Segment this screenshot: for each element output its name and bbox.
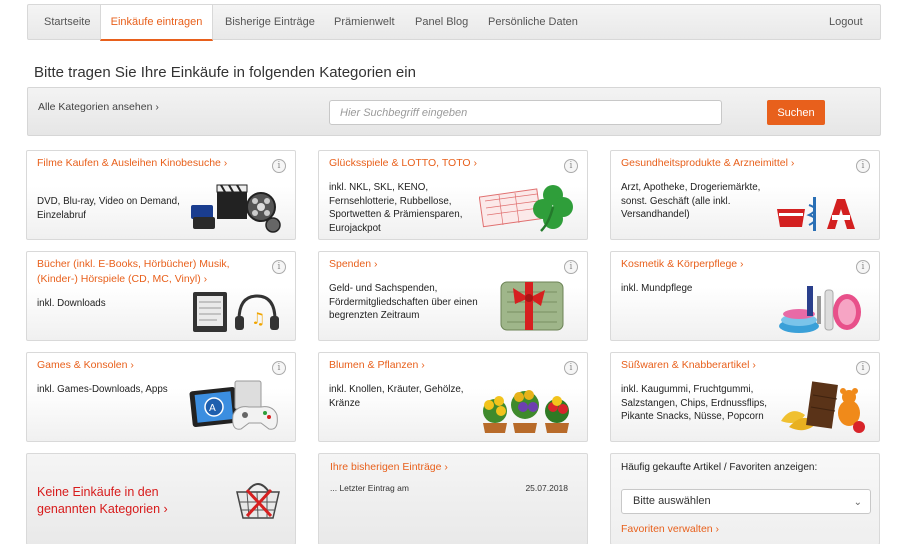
category-title[interactable]: Kosmetik & Körperpflege › [621,257,836,272]
category-title[interactable]: Games & Konsolen › [37,358,252,373]
category-description: inkl. Games-Downloads, Apps [37,384,168,395]
money-gift-icon [500,281,564,331]
gamepad-icon: A [189,380,278,430]
flowers-icon [483,390,569,433]
category-card-gluecksspiele[interactable]: Glücksspiele & LOTTO, TOTO › inkl. NKL, … [318,150,588,240]
favorites-manage-link[interactable]: Favoriten verwalten › [621,523,719,535]
nav-panel-blog[interactable]: Panel Blog [415,5,468,40]
category-description: inkl. Knollen, Kräuter, Gehölze, Kränze [329,384,464,409]
category-description: inkl. Kaugummi, Fruchtgummi, Salzstangen… [621,384,767,422]
nav-bisherige-eintraege[interactable]: Bisherige Einträge [225,5,315,40]
cosmetics-icon [779,286,861,333]
empty-basket-icon [236,483,280,519]
all-categories-link[interactable]: Alle Kategorien ansehen › [38,101,159,113]
lottery-clover-icon [479,185,573,232]
category-description: DVD, Blu-ray, Video on Demand, Einzelabr… [37,196,180,221]
svg-text:♫: ♫ [251,309,265,328]
category-title[interactable]: Filme Kaufen & Ausleihen Kinobesuche › [37,156,252,171]
category-description: inkl. Downloads [37,298,106,309]
info-icon[interactable]: i [856,159,870,173]
category-description: inkl. NKL, SKL, KENO, Fernsehlotterie, R… [329,182,463,234]
category-card-blumen[interactable]: Blumen & Pflanzen › inkl. Knollen, Kräut… [318,352,588,442]
search-button[interactable]: Suchen [767,100,825,125]
last-entry-date: 25.07.2018 [525,483,568,493]
history-title-link[interactable]: Ihre bisherigen Einträge › [330,461,448,473]
category-title[interactable]: Gesundheitsprodukte & Arzneimittel › [621,156,836,171]
category-title[interactable]: Spenden › [329,257,544,272]
category-description: Geld- und Sachspenden, Fördermitgliedsch… [329,283,478,321]
no-purchase-link[interactable]: Keine Einkäufe in den genannten Kategori… [37,484,207,518]
chevron-down-icon: ⌄ [853,497,862,508]
category-title[interactable]: Bücher (inkl. E-Books, Hörbücher) Musik,… [37,257,252,287]
film-reel-icon [191,184,281,233]
category-card-buecher[interactable]: Bücher (inkl. E-Books, Hörbücher) Musik,… [26,251,296,341]
last-entry-label: ... Letzter Eintrag am [330,483,409,493]
sweets-icon [781,381,865,433]
category-title[interactable]: Süßwaren & Knabberartikel › [621,358,836,373]
category-card-suesswaren[interactable]: Süßwaren & Knabberartikel › inkl. Kaugum… [610,352,880,442]
svg-text:A: A [209,403,216,414]
nav-persoenliche-daten[interactable]: Persönliche Daten [488,5,578,40]
search-bar: Alle Kategorien ansehen › Suchen [27,87,881,136]
category-title[interactable]: Glücksspiele & LOTTO, TOTO › [329,156,544,171]
category-card-kosmetik[interactable]: Kosmetik & Körperpflege › inkl. Mundpfle… [610,251,880,341]
category-title[interactable]: Blumen & Pflanzen › [329,358,544,373]
favorites-card: Häufig gekaufte Artikel / Favoriten anze… [610,453,880,544]
books-headphones-icon: ♫ [193,292,279,332]
category-description: Arzt, Apotheke, Drogeriemärkte, sonst. G… [621,182,761,220]
info-icon[interactable]: i [272,260,286,274]
favorites-label: Häufig gekaufte Artikel / Favoriten anze… [621,462,818,473]
category-card-gesundheit[interactable]: Gesundheitsprodukte & Arzneimittel › Arz… [610,150,880,240]
category-card-games[interactable]: Games & Konsolen › inkl. Games-Downloads… [26,352,296,442]
category-card-filme[interactable]: Filme Kaufen & Ausleihen Kinobesuche › D… [26,150,296,240]
history-card: Ihre bisherigen Einträge › ... Letzter E… [318,453,588,544]
search-input[interactable] [329,100,722,125]
info-icon[interactable]: i [272,361,286,375]
no-purchase-card[interactable]: Keine Einkäufe in den genannten Kategori… [26,453,296,544]
category-description: inkl. Mundpflege [621,283,693,294]
info-icon[interactable]: i [564,361,578,375]
category-card-spenden[interactable]: Spenden › Geld- und Sachspenden, Förderm… [318,251,588,341]
info-icon[interactable]: i [564,159,578,173]
info-icon[interactable]: i [564,260,578,274]
favorites-select[interactable]: Bitte auswählen ⌄ [621,489,871,514]
nav-startseite[interactable]: Startseite [44,5,90,40]
nav-einkaeufe-eintragen[interactable]: Einkäufe eintragen [100,5,213,41]
info-icon[interactable]: i [856,260,870,274]
favorites-selected-value: Bitte auswählen [633,495,711,507]
last-entry-row: ... Letzter Eintrag am 25.07.2018 [330,483,568,493]
main-nav: Startseite Einkäufe eintragen Bisherige … [27,4,881,41]
nav-logout[interactable]: Logout [829,5,863,40]
page-title: Bitte tragen Sie Ihre Einkäufe in folgen… [34,64,416,81]
info-icon[interactable]: i [272,159,286,173]
pharmacy-icon [777,197,855,231]
info-icon[interactable]: i [856,361,870,375]
nav-praemienwelt[interactable]: Prämienwelt [334,5,395,40]
